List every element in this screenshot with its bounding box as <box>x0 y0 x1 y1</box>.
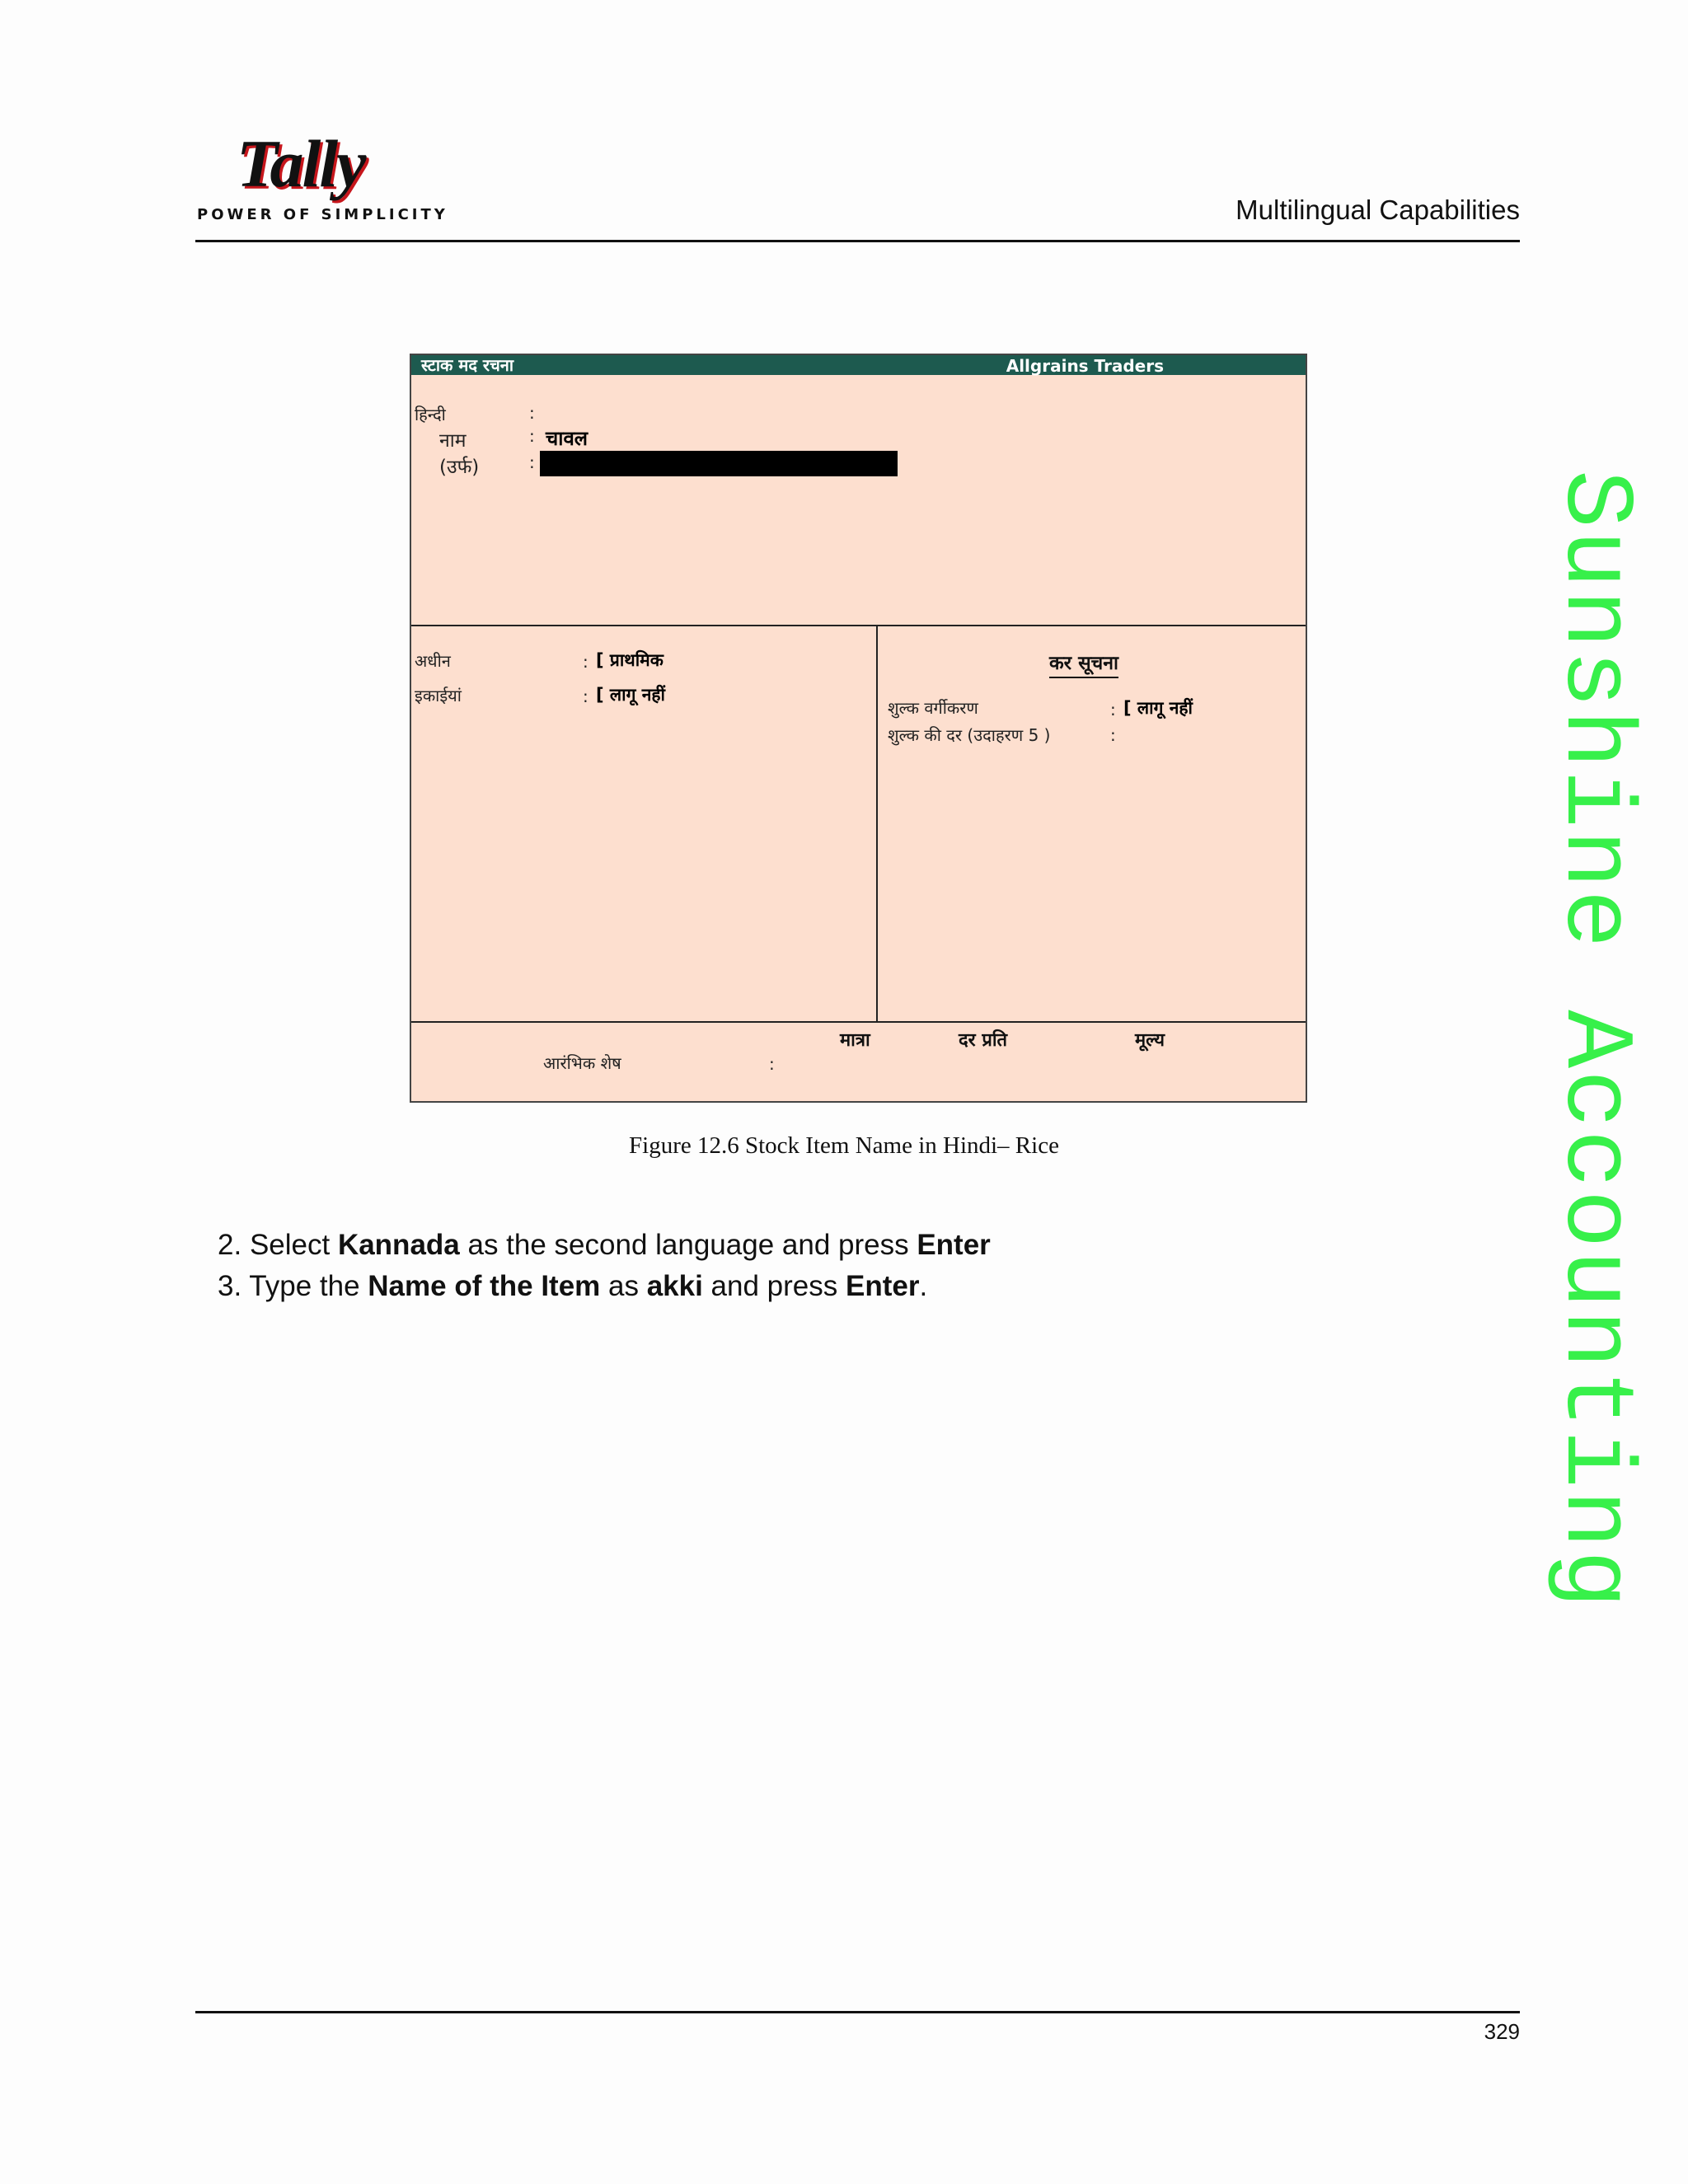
watermark: Sunshine Accounting <box>1539 470 1648 1706</box>
step-number: 2. <box>218 1229 242 1261</box>
duty-class-label: शुल्क वर्गीकरण <box>888 698 978 718</box>
step-text: Select <box>249 1229 338 1261</box>
step-bold: Enter <box>845 1270 920 1302</box>
step-bold: akki <box>646 1270 703 1302</box>
name-label: नाम <box>439 430 467 452</box>
step-number: 3. <box>218 1270 242 1302</box>
step-text: as <box>600 1270 647 1302</box>
step-text: as the second language and press <box>459 1229 917 1261</box>
units-colon: : <box>583 687 588 706</box>
name-value[interactable]: चावल <box>546 424 588 452</box>
duty-class-value[interactable]: [ लागू नहीं <box>1123 696 1193 719</box>
step-bold: Kannada <box>337 1229 460 1261</box>
rate-per-header: दर प्रति <box>959 1030 1008 1051</box>
instruction-steps: 2. Select Kannada as the second language… <box>218 1225 991 1307</box>
company-name: Allgrains Traders <box>1006 356 1164 376</box>
tally-logo: Tally POWER OF SIMPLICITY <box>195 126 445 223</box>
section-title: Multilingual Capabilities <box>1236 194 1520 225</box>
step-bold: Name of the Item <box>368 1270 601 1302</box>
name-colon: : <box>529 426 535 446</box>
language-label: हिन्दी <box>415 405 446 424</box>
footer-rule <box>195 2011 1520 2013</box>
step-text: Type the <box>249 1270 368 1302</box>
duty-rate-label: शुल्क की दर (उदाहरण 5 ) <box>888 725 1051 745</box>
logo-wordmark: Tally <box>237 126 367 201</box>
stock-item-creation-screen: स्टाक मद रचना Allgrains Traders हिन्दी :… <box>410 354 1307 1103</box>
step-2: 2. Select Kannada as the second language… <box>218 1225 991 1266</box>
step-text: and press <box>702 1270 846 1302</box>
step-3: 3. Type the Name of the Item as akki and… <box>218 1266 991 1307</box>
screen-title: स्टाक मद रचना <box>421 355 514 375</box>
screen-title-bar: स्टाक मद रचना Allgrains Traders <box>411 355 1306 376</box>
alias-colon: : <box>529 452 535 472</box>
units-value[interactable]: [ लागू नहीं <box>596 683 665 706</box>
alias-label: (उर्फ) <box>439 457 480 478</box>
quantity-header: मात्रा <box>840 1030 870 1051</box>
watermark-text: Sunshine Accounting <box>1539 470 1648 1610</box>
lower-divider <box>411 1021 1306 1023</box>
logo-tagline: POWER OF SIMPLICITY <box>197 206 448 223</box>
under-label: अधीन <box>415 651 451 671</box>
tax-info-heading: कर सूचना <box>1049 649 1118 678</box>
under-value[interactable]: [ प्राथमिक <box>596 649 663 672</box>
duty-class-colon: : <box>1110 700 1116 719</box>
alias-input[interactable] <box>540 451 898 476</box>
step-text: . <box>919 1270 928 1302</box>
step-bold: Enter <box>917 1229 991 1261</box>
header-rule <box>195 240 1520 242</box>
center-divider <box>876 625 878 1021</box>
value-header: मूल्य <box>1135 1030 1165 1051</box>
units-label: इकाईयां <box>415 686 462 705</box>
figure-caption: Figure 12.6 Stock Item Name in Hindi– Ri… <box>629 1132 1059 1159</box>
duty-rate-colon: : <box>1110 725 1116 745</box>
language-colon: : <box>529 403 535 423</box>
opening-balance-label: आरंभिक शेष <box>543 1053 621 1073</box>
under-colon: : <box>583 652 588 672</box>
page-number: 329 <box>1484 2019 1520 2044</box>
opening-balance-colon: : <box>769 1054 775 1074</box>
upper-divider <box>411 625 1306 626</box>
